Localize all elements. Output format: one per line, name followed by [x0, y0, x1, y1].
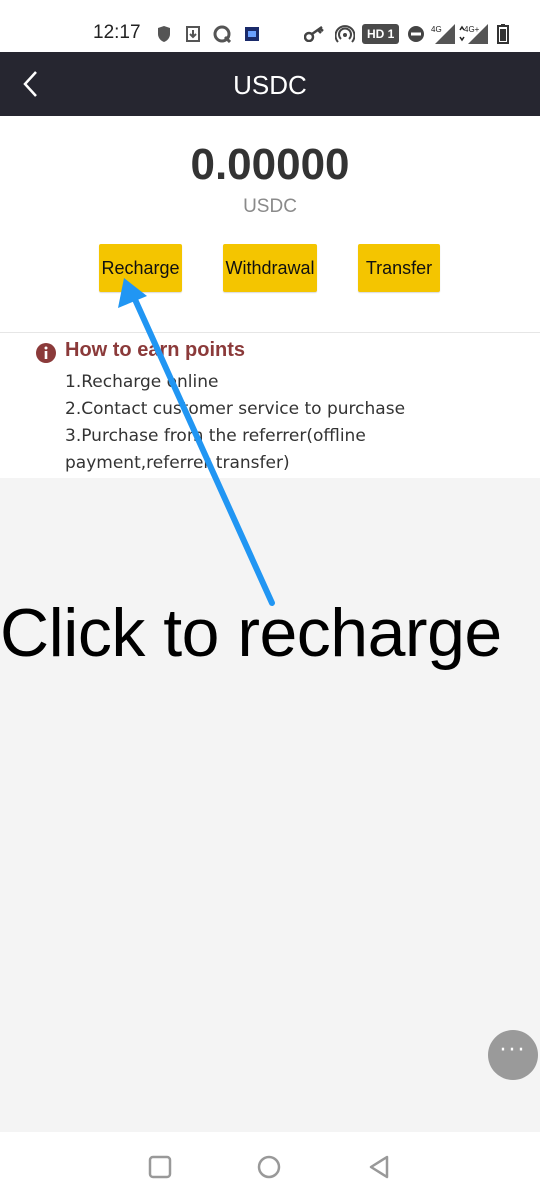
info-title: How to earn points — [65, 339, 245, 361]
app-notification-icon — [244, 24, 260, 44]
balance-card: 0.00000 USDC Recharge Withdrawal Transfe… — [0, 116, 540, 333]
signal-icon-1: 4G — [431, 24, 455, 44]
app-header: USDC — [0, 52, 540, 116]
balance-amount: 0.00000 — [190, 140, 350, 189]
key-icon — [304, 24, 326, 44]
balance-unit: USDC — [243, 196, 297, 217]
list-item: 2.Contact customer service to purchase — [65, 399, 406, 419]
system-navigation-bar — [0, 1132, 540, 1200]
recharge-button[interactable]: Recharge — [99, 244, 182, 292]
svg-text:4G: 4G — [431, 25, 442, 34]
page-title: USDC — [233, 70, 307, 100]
download-icon — [186, 24, 200, 44]
info-list: 1.Recharge online 2.Contact customer ser… — [65, 369, 515, 477]
more-dots-icon: ··· — [499, 1038, 527, 1063]
battery-icon — [496, 24, 510, 44]
svg-text:4G+: 4G+ — [464, 25, 480, 34]
info-icon — [36, 343, 56, 363]
signal-icon-2: 4G+ — [458, 24, 488, 44]
do-not-disturb-icon — [406, 24, 426, 44]
list-item: 1.Recharge online — [65, 372, 219, 392]
hotspot-icon — [334, 24, 356, 44]
back-nav-icon[interactable] — [366, 1154, 392, 1180]
app-q-icon — [212, 24, 232, 44]
home-icon[interactable] — [256, 1154, 282, 1180]
hd-badge: HD 1 — [362, 24, 400, 44]
recent-apps-icon[interactable] — [147, 1154, 173, 1180]
withdrawal-button[interactable]: Withdrawal — [223, 244, 317, 292]
annotation-text: Click to recharge — [0, 595, 502, 671]
earn-points-info: How to earn points 1.Recharge online 2.C… — [0, 333, 540, 478]
shield-icon — [157, 24, 171, 44]
status-time: 12:17 — [93, 22, 141, 43]
transfer-button[interactable]: Transfer — [358, 244, 440, 292]
list-item: 3.Purchase from the referrer(offline pay… — [65, 426, 366, 473]
more-options-button[interactable]: ··· — [488, 1030, 538, 1080]
status-bar: 12:17 HD 1 4G 4G+ — [0, 0, 540, 52]
